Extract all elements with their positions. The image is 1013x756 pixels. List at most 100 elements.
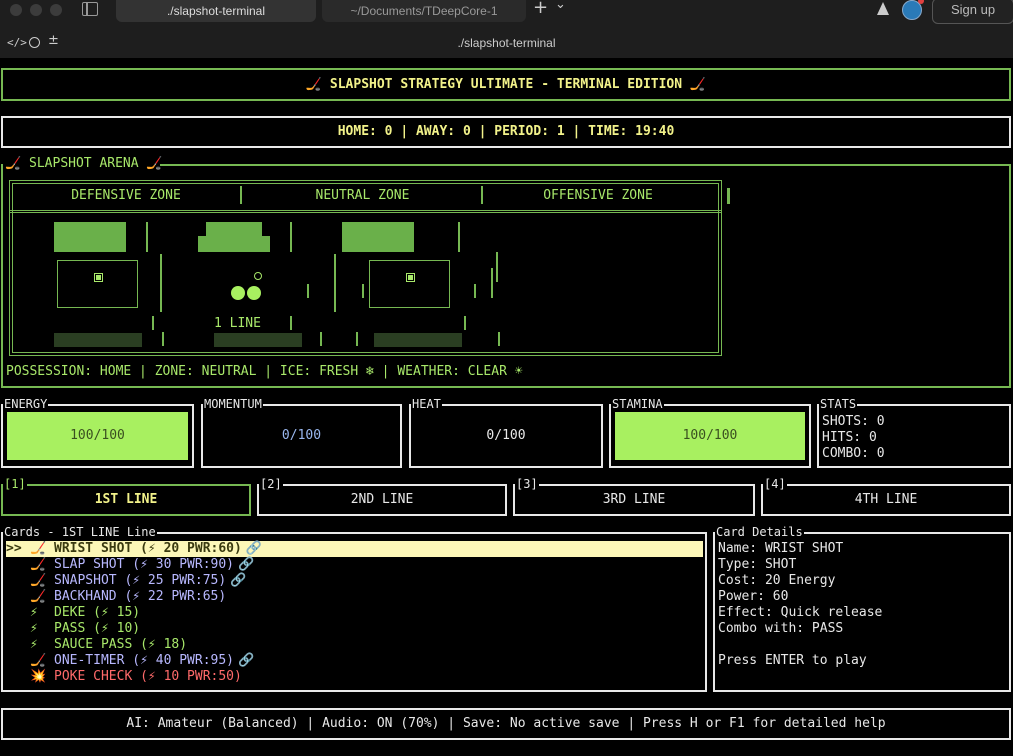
line-tab-4-key: [4] xyxy=(763,476,787,492)
game-title-banner: 🏒 SLAPSHOT STRATEGY ULTIMATE - TERMINAL … xyxy=(1,68,1011,101)
game-title: 🏒 SLAPSHOT STRATEGY ULTIMATE - TERMINAL … xyxy=(305,77,707,92)
tab-documents[interactable]: ~/Documents/TDeepCore-1 xyxy=(322,0,526,22)
card-cursor: >> xyxy=(6,541,22,556)
card-item[interactable]: ⚡ DEKE (⚡ 15) xyxy=(6,605,703,621)
arena-label: 🏒 SLAPSHOT ARENA 🏒 xyxy=(5,156,163,171)
momentum-label: MOMENTUM xyxy=(203,396,263,412)
momentum-meter: MOMENTUM 0/100 xyxy=(201,396,402,468)
line-tab-4[interactable]: [4] 4TH LINE xyxy=(761,476,1011,516)
line-tab-2-label: 2ND LINE xyxy=(350,492,414,507)
detail-power: Power: 60 xyxy=(718,589,789,604)
detail-type: Type: SHOT xyxy=(718,557,797,572)
card-item[interactable]: ⚡ PASS (⚡ 10) xyxy=(6,621,703,637)
line-tab-3-label: 3RD LINE xyxy=(602,492,666,507)
detail-play-hint: Press ENTER to play xyxy=(718,653,867,668)
heat-meter: HEAT 0/100 xyxy=(409,396,603,468)
combo-link-icon: 🔗 xyxy=(245,541,263,556)
combo-link-icon: 🔗 xyxy=(238,557,255,572)
stats-hits: HITS: 0 xyxy=(822,430,877,445)
new-tab-icon[interactable]: + xyxy=(533,0,548,18)
faceoff-dot-icon xyxy=(406,273,415,282)
rink-line xyxy=(307,284,309,298)
minimize-window-icon[interactable] xyxy=(30,4,42,16)
card-item[interactable]: 💥 POKE CHECK (⚡ 10 PWR:50) xyxy=(6,669,703,685)
defensive-faceoff-box xyxy=(57,260,138,308)
rink-line xyxy=(334,254,336,312)
footer-text: AI: Amateur (Balanced) | Audio: ON (70%)… xyxy=(126,716,886,731)
card-type-icon: ⚡ xyxy=(30,637,38,652)
card-details-label: Card Details xyxy=(715,524,804,540)
tab-slapshot-terminal[interactable]: ./slapshot-terminal xyxy=(116,0,316,22)
card-item[interactable]: ⚡ SAUCE PASS (⚡ 18) xyxy=(6,637,703,653)
detail-effect: Effect: Quick release xyxy=(718,605,883,620)
offensive-bench xyxy=(374,333,462,347)
scoreboard: HOME: 0 | AWAY: 0 | PERIOD: 1 | TIME: 19… xyxy=(1,116,1011,148)
card-item[interactable]: 🏒 BACKHAND (⚡ 22 PWR:65) xyxy=(6,589,703,605)
card-label: ONE-TIMER (⚡ 40 PWR:95) xyxy=(54,653,235,668)
card-label: DEKE (⚡ 15) xyxy=(54,605,141,620)
stats-label: STATS xyxy=(819,396,858,412)
rink-edge xyxy=(727,188,730,204)
close-window-icon[interactable] xyxy=(10,4,22,16)
rink-line xyxy=(152,316,154,330)
stats-panel: STATS SHOTS: 0 HITS: 0 COMBO: 0 xyxy=(817,396,1011,468)
heat-label: HEAT xyxy=(411,396,442,412)
card-label: BACKHAND (⚡ 22 PWR:65) xyxy=(54,589,227,604)
line-tab-1-label: 1ST LINE xyxy=(94,492,158,507)
zone-neutral: NEUTRAL ZONE xyxy=(315,188,410,203)
card-label: SAUCE PASS (⚡ 18) xyxy=(54,637,188,652)
zone-defensive: DEFENSIVE ZONE xyxy=(71,188,181,203)
rink-line xyxy=(160,254,162,312)
card-item[interactable]: 🏒 SNAPSHOT (⚡ 25 PWR:75) 🔗 xyxy=(6,573,703,589)
card-item[interactable]: >> 🏒 WRIST SHOT (⚡ 20 PWR:60) 🔗 xyxy=(6,541,703,557)
offensive-faceoff-box xyxy=(369,260,450,308)
neutral-goal-block xyxy=(198,236,270,252)
combo-link-icon: 🔗 xyxy=(238,653,255,668)
card-type-icon: 🏒 xyxy=(30,541,47,556)
ai-icon[interactable] xyxy=(877,2,889,15)
rink-line xyxy=(458,222,460,252)
card-label: SLAP SHOT (⚡ 30 PWR:90) xyxy=(54,557,235,572)
stamina-meter: STAMINA 100/100 xyxy=(609,396,811,468)
zone-separator xyxy=(240,186,242,204)
card-type-icon: 🏒 xyxy=(30,589,47,604)
line-tab-1-key: [1] xyxy=(3,476,27,492)
defensive-goal-block xyxy=(54,222,126,252)
rink-center-text: 1 LINE xyxy=(214,316,261,331)
line-tab-3-key: [3] xyxy=(515,476,539,492)
rink-line xyxy=(146,222,148,252)
line-tab-2[interactable]: [2] 2ND LINE xyxy=(257,476,507,516)
rink-line xyxy=(491,268,493,298)
line-tab-1[interactable]: [1] 1ST LINE xyxy=(1,476,251,516)
energy-label: ENERGY xyxy=(3,396,49,412)
card-item[interactable]: 🏒 ONE-TIMER (⚡ 40 PWR:95) 🔗 xyxy=(6,653,703,669)
stamina-label: STAMINA xyxy=(611,396,664,412)
detail-cost: Cost: 20 Energy xyxy=(718,573,836,588)
card-item[interactable]: 🏒 SLAP SHOT (⚡ 30 PWR:90) 🔗 xyxy=(6,557,703,573)
score-line: HOME: 0 | AWAY: 0 | PERIOD: 1 | TIME: 19… xyxy=(337,124,675,139)
player-icon xyxy=(247,286,261,300)
sidebar-toggle-icon[interactable] xyxy=(82,2,98,16)
card-label: SNAPSHOT (⚡ 25 PWR:75) xyxy=(54,573,227,588)
status-footer: AI: Amateur (Balanced) | Audio: ON (70%)… xyxy=(1,708,1011,740)
energy-value: 100/100 xyxy=(70,428,125,443)
rink-line xyxy=(474,284,476,298)
rink-line xyxy=(362,284,364,298)
neutral-goal-block-top xyxy=(206,222,262,236)
card-label: PASS (⚡ 10) xyxy=(54,621,141,636)
notification-dot-icon xyxy=(918,0,924,4)
offensive-goal-block xyxy=(342,222,414,252)
line-tab-4-label: 4TH LINE xyxy=(854,492,918,507)
card-label: WRIST SHOT (⚡ 20 PWR:60) xyxy=(54,541,242,556)
maximize-window-icon[interactable] xyxy=(50,4,62,16)
sign-up-button[interactable]: Sign up xyxy=(932,0,1013,24)
momentum-value: 0/100 xyxy=(281,428,322,443)
chevron-down-icon[interactable]: ⌄ xyxy=(555,0,566,12)
card-type-icon: 💥 xyxy=(30,669,47,684)
rink-line xyxy=(464,316,466,330)
window-chrome: ./slapshot-terminal ~/Documents/TDeepCor… xyxy=(0,0,1013,58)
stats-shots: SHOTS: 0 xyxy=(822,414,885,429)
heat-value: 0/100 xyxy=(486,428,526,443)
line-tab-3[interactable]: [3] 3RD LINE xyxy=(513,476,755,516)
puck-icon xyxy=(254,272,262,280)
